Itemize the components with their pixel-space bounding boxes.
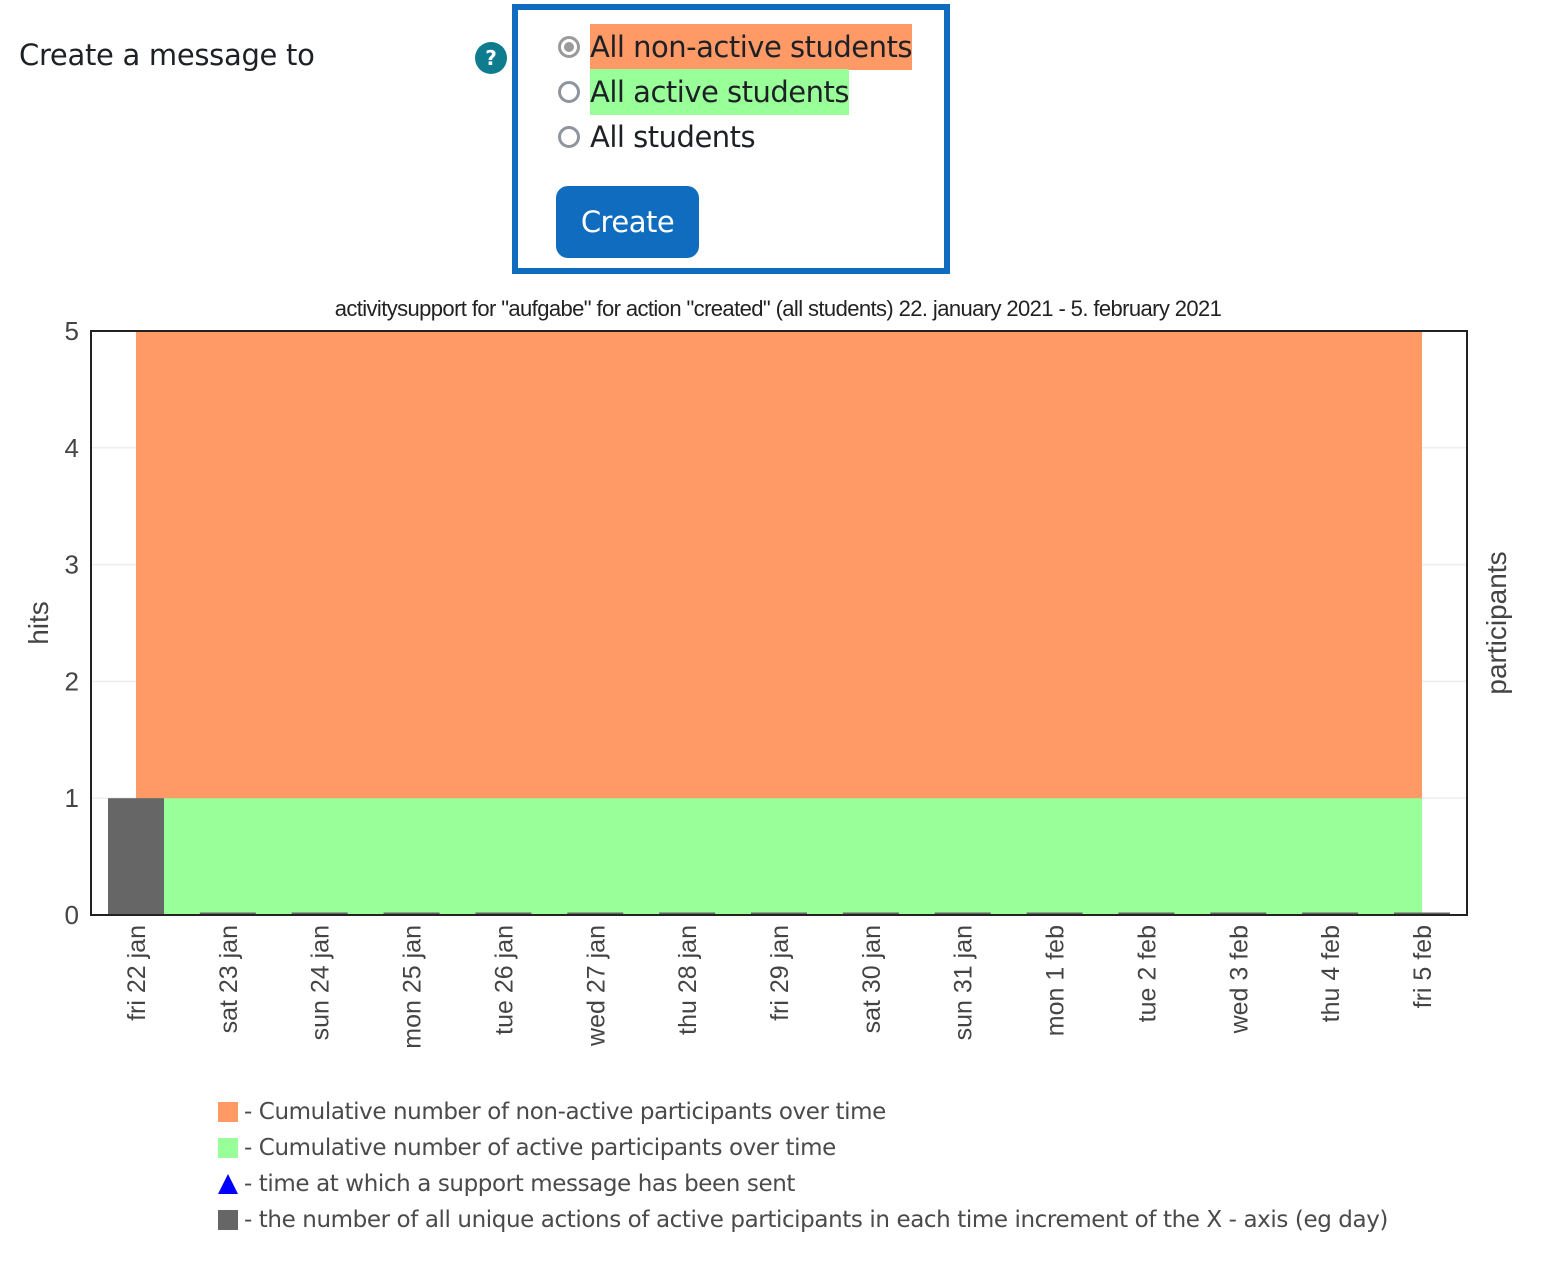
y-axis-label-right: participants (1481, 551, 1512, 694)
legend-text: - Cumulative number of active participan… (244, 1135, 836, 1161)
x-tick-label: mon 1 feb (1042, 925, 1070, 1036)
area-cumulative-number-of-active-participants (136, 798, 1422, 915)
radio-option-active[interactable]: All active students (558, 69, 850, 115)
help-icon[interactable]: ? (475, 42, 507, 74)
y-tick-label: 5 (65, 316, 79, 346)
legend-text: - Cumulative number of non-active partic… (244, 1099, 886, 1125)
blue-triangle-icon (218, 1174, 238, 1194)
radio-label: All non-active students (590, 24, 912, 70)
x-tick-label: sun 31 jan (950, 925, 978, 1040)
activity-chart: activitysupport for "aufgabe" for action… (23, 296, 1512, 1049)
x-tick-label: sun 24 jan (307, 925, 335, 1040)
orange-square-icon (218, 1102, 238, 1122)
y-tick-label: 0 (65, 900, 79, 930)
green-square-icon (218, 1138, 238, 1158)
legend-item-unique-actions: - the number of all unique actions of ac… (218, 1202, 1388, 1238)
x-tick-label: sat 23 jan (215, 925, 243, 1033)
radio-option-all[interactable]: All students (558, 114, 756, 160)
radio-button[interactable] (558, 126, 580, 148)
create-button[interactable]: Create (556, 186, 699, 258)
x-tick-label: wed 3 feb (1225, 925, 1253, 1034)
legend-item-active: - Cumulative number of active participan… (218, 1130, 1388, 1166)
radio-label: All students (590, 120, 756, 154)
radio-label: All active students (590, 69, 850, 115)
y-tick-label: 1 (65, 783, 79, 813)
legend-item-non-active: - Cumulative number of non-active partic… (218, 1094, 1388, 1130)
chart-title: activitysupport for "aufgabe" for action… (335, 296, 1222, 321)
x-tick-label: thu 28 jan (674, 925, 702, 1035)
x-tick-label: sat 30 jan (858, 925, 886, 1033)
recipient-group: All non-active students All active stude… (512, 4, 950, 274)
radio-button[interactable] (558, 81, 580, 103)
x-tick-label: fri 5 feb (1409, 925, 1437, 1008)
x-tick-label: mon 25 jan (399, 925, 427, 1049)
radio-option-non-active[interactable]: All non-active students (558, 24, 912, 70)
x-tick-label: tue 26 jan (490, 925, 518, 1035)
x-tick-label: fri 29 jan (766, 925, 794, 1021)
legend-item-message-sent: - time at which a support message has be… (218, 1166, 1388, 1202)
bar (108, 798, 164, 915)
chart-legend: - Cumulative number of non-active partic… (218, 1094, 1388, 1238)
y-axis-label: hits (23, 601, 54, 645)
legend-text: - the number of all unique actions of ac… (244, 1207, 1388, 1233)
x-tick-label: fri 22 jan (123, 925, 151, 1021)
x-tick-label: tue 2 feb (1133, 925, 1161, 1022)
x-tick-label: thu 4 feb (1317, 925, 1345, 1022)
y-tick-label: 4 (65, 433, 79, 463)
grey-square-icon (218, 1210, 238, 1230)
y-tick-label: 2 (65, 666, 79, 696)
form-label: Create a message to (19, 38, 315, 72)
x-tick-label: wed 27 jan (582, 925, 610, 1047)
radio-button[interactable] (558, 36, 580, 58)
legend-text: - time at which a support message has be… (244, 1171, 796, 1197)
y-tick-label: 3 (65, 550, 79, 580)
